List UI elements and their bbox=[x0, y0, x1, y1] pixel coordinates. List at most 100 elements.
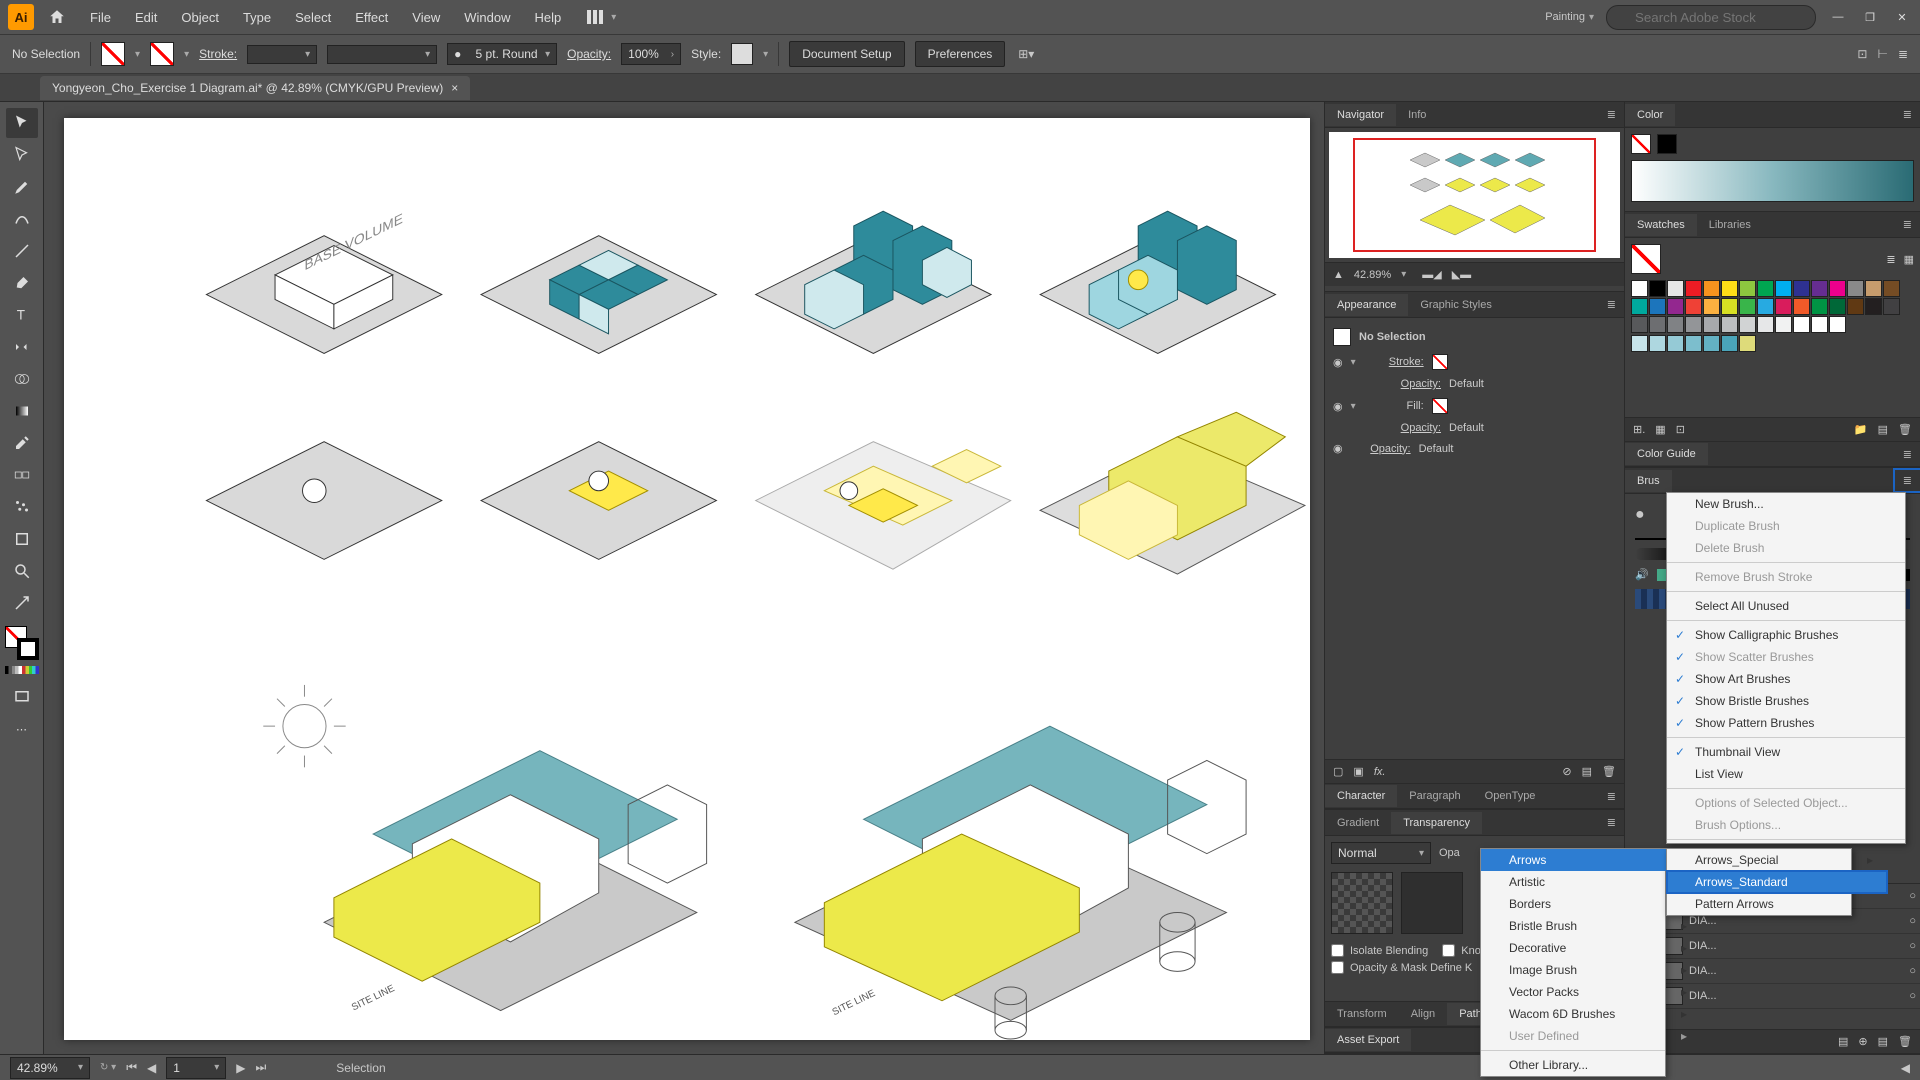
selection-tool[interactable] bbox=[6, 108, 38, 138]
artboard-next-icon[interactable]: ▶ bbox=[236, 1061, 245, 1075]
document-setup-button[interactable]: Document Setup bbox=[789, 41, 904, 67]
swatch[interactable] bbox=[1667, 280, 1684, 297]
menu-item[interactable]: Decorative▸ bbox=[1481, 937, 1701, 959]
tab-brushes[interactable]: Brus bbox=[1625, 470, 1672, 492]
brush-item[interactable]: ● bbox=[1635, 506, 1645, 524]
panel-menu-icon[interactable]: ≣ bbox=[1599, 812, 1624, 833]
swatch[interactable] bbox=[1739, 316, 1756, 333]
chevron-down-icon[interactable]: ▾ bbox=[184, 49, 189, 60]
make-clip-icon[interactable]: ▤ bbox=[1838, 1035, 1848, 1048]
new-swatch-icon[interactable]: ▤ bbox=[1878, 423, 1888, 436]
swatch[interactable] bbox=[1703, 335, 1720, 352]
swatch[interactable] bbox=[1685, 280, 1702, 297]
tab-opentype[interactable]: OpenType bbox=[1473, 785, 1548, 807]
target-icon[interactable]: ○ bbox=[1909, 940, 1916, 952]
zoom-in-icon[interactable]: ◣▬ bbox=[1452, 268, 1471, 281]
menu-edit[interactable]: Edit bbox=[125, 4, 167, 31]
tab-libraries[interactable]: Libraries bbox=[1697, 214, 1763, 236]
menu-item[interactable]: ✓Show Art Brushes bbox=[1667, 668, 1905, 690]
swatch-options-icon[interactable]: ⊡ bbox=[1676, 423, 1685, 436]
paintbrush-tool[interactable] bbox=[6, 268, 38, 298]
swatch[interactable] bbox=[1721, 298, 1738, 315]
swatch[interactable] bbox=[1829, 316, 1846, 333]
menu-item[interactable]: List View bbox=[1667, 763, 1905, 785]
swatch[interactable] bbox=[1865, 280, 1882, 297]
clear-icon[interactable]: ⊘ bbox=[1562, 765, 1571, 778]
target-icon[interactable]: ○ bbox=[1909, 890, 1916, 902]
gradient-tool[interactable] bbox=[6, 396, 38, 426]
tab-swatches[interactable]: Swatches bbox=[1625, 214, 1697, 236]
mask-define-checkbox[interactable] bbox=[1331, 961, 1344, 974]
edit-icon[interactable]: ⊢ bbox=[1877, 47, 1887, 61]
reflect-tool[interactable] bbox=[6, 332, 38, 362]
menu-window[interactable]: Window bbox=[454, 4, 520, 31]
brush-definition[interactable]: ● 5 pt. Round▾ bbox=[447, 43, 557, 65]
stroke-label[interactable]: Stroke: bbox=[1364, 356, 1424, 368]
new-icon[interactable]: ▤ bbox=[1582, 765, 1592, 778]
zoom-tool[interactable] bbox=[6, 556, 38, 586]
panel-menu-icon[interactable]: ≣ bbox=[1599, 786, 1624, 807]
current-swatch[interactable] bbox=[1631, 244, 1661, 274]
swatch[interactable] bbox=[1631, 298, 1648, 315]
tab-info[interactable]: Info bbox=[1396, 104, 1438, 126]
panel-menu-icon[interactable]: ≣ bbox=[1895, 104, 1920, 125]
appearance-icon[interactable]: ▢ bbox=[1333, 765, 1343, 778]
swatch[interactable] bbox=[1685, 298, 1702, 315]
menu-item[interactable]: Bristle Brush▸ bbox=[1481, 915, 1701, 937]
color-spectrum[interactable] bbox=[1631, 160, 1914, 202]
window-restore-icon[interactable]: ❐ bbox=[1860, 7, 1880, 27]
visibility-icon[interactable]: ◉ bbox=[1333, 442, 1343, 455]
chevron-down-icon[interactable]: ▾ bbox=[1401, 269, 1406, 280]
chevron-down-icon[interactable]: ▾ bbox=[763, 49, 768, 60]
trash-icon[interactable]: 🗑 bbox=[1898, 423, 1912, 436]
swatch[interactable] bbox=[1721, 280, 1738, 297]
isolate-blending-checkbox[interactable] bbox=[1331, 944, 1344, 957]
pen-tool[interactable] bbox=[6, 172, 38, 202]
stroke-weight-input[interactable]: ▾ bbox=[247, 45, 317, 64]
graphic-style-swatch[interactable] bbox=[731, 43, 753, 65]
color-mode-strip[interactable] bbox=[5, 666, 39, 674]
stroke-indicator[interactable] bbox=[1657, 134, 1677, 154]
swatch[interactable] bbox=[1667, 335, 1684, 352]
tab-appearance[interactable]: Appearance bbox=[1325, 294, 1408, 316]
blend-mode-select[interactable]: Normal▾ bbox=[1331, 842, 1431, 864]
target-icon[interactable]: ○ bbox=[1909, 990, 1916, 1002]
status-prev-icon[interactable]: ◀ bbox=[1901, 1061, 1910, 1075]
fill-stroke-indicator[interactable] bbox=[5, 626, 39, 660]
menu-item[interactable]: ✓Thumbnail View bbox=[1667, 741, 1905, 763]
menu-item[interactable]: Select All Unused bbox=[1667, 595, 1905, 617]
swatch[interactable] bbox=[1847, 298, 1864, 315]
artboard-last-icon[interactable]: ⏭ bbox=[255, 1060, 266, 1075]
navigator-zoom-value[interactable]: 42.89% bbox=[1354, 269, 1391, 281]
swatch[interactable] bbox=[1847, 280, 1864, 297]
zoom-out-icon[interactable]: ▬◢ bbox=[1422, 268, 1441, 281]
menu-item[interactable]: ✓Show Pattern Brushes bbox=[1667, 712, 1905, 734]
swatch[interactable] bbox=[1757, 280, 1774, 297]
swatch[interactable] bbox=[1721, 335, 1738, 352]
swatch[interactable] bbox=[1829, 298, 1846, 315]
swatch[interactable] bbox=[1667, 316, 1684, 333]
swatch[interactable] bbox=[1703, 298, 1720, 315]
menu-view[interactable]: View bbox=[402, 4, 450, 31]
menu-file[interactable]: File bbox=[80, 4, 121, 31]
swatch[interactable] bbox=[1739, 335, 1756, 352]
artboard-tool[interactable] bbox=[6, 524, 38, 554]
type-tool[interactable]: T bbox=[6, 300, 38, 330]
swatch[interactable] bbox=[1775, 298, 1792, 315]
panel-menu-icon[interactable]: ≣ bbox=[1895, 470, 1920, 491]
grid-view-icon[interactable]: ▦ bbox=[1904, 253, 1914, 266]
new-group-icon[interactable]: 📁 bbox=[1854, 423, 1868, 436]
swatch[interactable] bbox=[1631, 316, 1648, 333]
menu-object[interactable]: Object bbox=[171, 4, 229, 31]
canvas-area[interactable]: BASE VOLUME bbox=[44, 102, 1324, 1054]
symbol-sprayer-tool[interactable] bbox=[6, 492, 38, 522]
swatch[interactable] bbox=[1829, 280, 1846, 297]
tab-paragraph[interactable]: Paragraph bbox=[1397, 785, 1472, 807]
tab-character[interactable]: Character bbox=[1325, 785, 1397, 807]
navigator-thumbnail[interactable] bbox=[1329, 132, 1620, 258]
swatch[interactable] bbox=[1757, 316, 1774, 333]
chevron-down-icon[interactable]: ▾ bbox=[135, 49, 140, 60]
panel-menu-icon[interactable]: ≣ bbox=[1895, 444, 1920, 465]
opacity-input[interactable]: 100%› bbox=[621, 43, 681, 65]
swatch[interactable] bbox=[1685, 335, 1702, 352]
